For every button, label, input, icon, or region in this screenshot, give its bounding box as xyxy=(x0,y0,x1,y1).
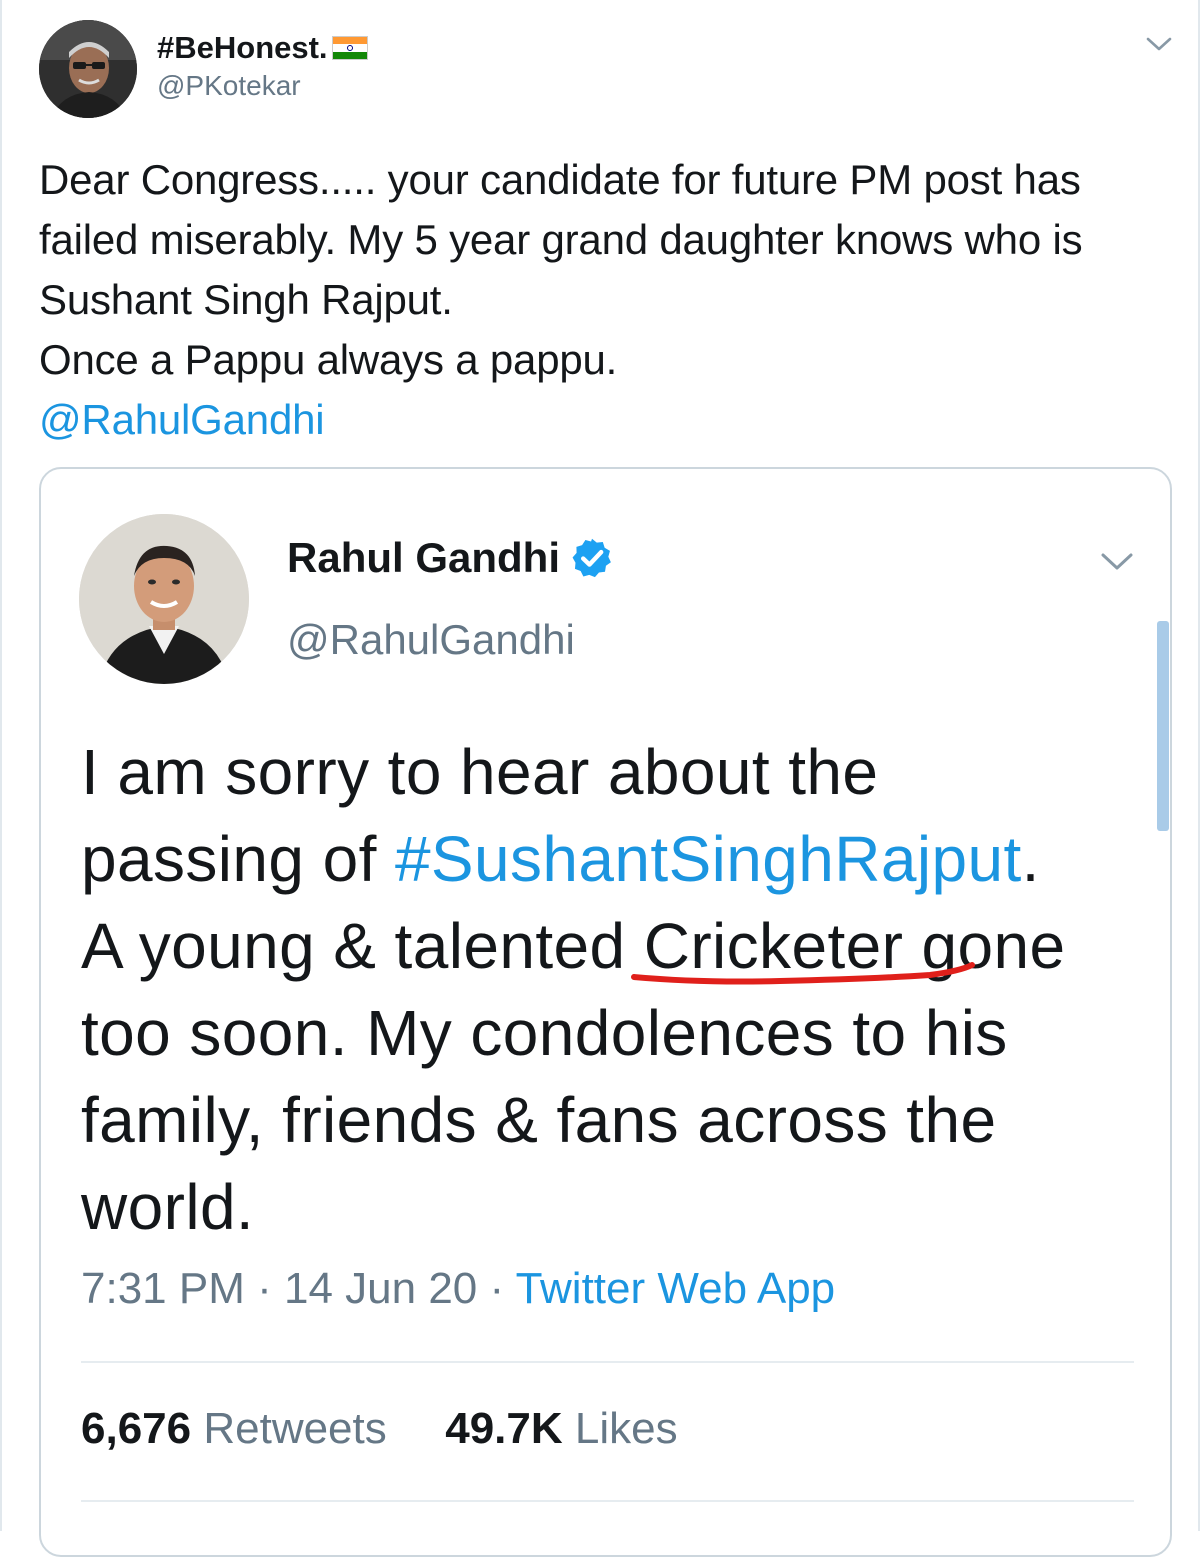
highlighted-phrase: Cricketer gone xyxy=(630,903,1066,990)
quoted-text-segment: passing of xyxy=(81,823,395,895)
tweet-text: Dear Congress..... your candidate for fu… xyxy=(39,150,1179,450)
tweet-text-line: Dear Congress..... your candidate for fu… xyxy=(39,156,1081,203)
hashtag-link[interactable]: #SushantSinghRajput xyxy=(395,823,1022,895)
meta-separator: · xyxy=(477,1264,516,1313)
meta-separator: · xyxy=(244,1264,284,1313)
quoted-tweet-text: I am sorry to hear about the passing of … xyxy=(81,729,1141,1251)
chevron-down-icon[interactable] xyxy=(1145,34,1173,54)
scrollbar-thumb[interactable] xyxy=(1157,621,1169,831)
quoted-text-line: family, friends & fans across the xyxy=(81,1084,997,1156)
likes-label: Likes xyxy=(574,1404,678,1453)
quoted-display-name[interactable]: Rahul Gandhi xyxy=(287,534,614,582)
quoted-text-line: world. xyxy=(81,1171,255,1243)
tweet-stats: 6,676 Retweets 49.7K Likes xyxy=(81,1404,678,1454)
quoted-text-line: A young & talented Cricketer gone xyxy=(81,903,1141,990)
quoted-text-segment: . xyxy=(1021,823,1040,895)
quoted-user-handle[interactable]: @RahulGandhi xyxy=(287,616,575,664)
quoted-text-line: passing of #SushantSinghRajput. xyxy=(81,816,1141,903)
chevron-down-icon[interactable] xyxy=(1099,549,1135,573)
quoted-display-name-text: Rahul Gandhi xyxy=(287,534,560,581)
quoted-tweet-card[interactable]: Rahul Gandhi @RahulGandhi I am sorry to … xyxy=(39,467,1172,1557)
tweet-text-line: failed miserably. My 5 year grand daught… xyxy=(39,216,1083,263)
likes-stat[interactable]: 49.7K Likes xyxy=(445,1404,677,1453)
tweet-time[interactable]: 7:31 PM xyxy=(81,1264,245,1313)
likes-count: 49.7K xyxy=(445,1404,563,1453)
retweets-label: Retweets xyxy=(203,1404,387,1453)
display-name-text: #BeHonest. xyxy=(157,30,328,65)
verified-badge-icon xyxy=(572,538,611,578)
tweet-timestamp: 7:31 PM · 14 Jun 20 · Twitter Web App xyxy=(81,1264,835,1314)
tweet-text-line: Once a Pappu always a pappu. xyxy=(39,336,618,383)
quoted-text-line: too soon. My condolences to his xyxy=(81,997,1008,1069)
retweets-count: 6,676 xyxy=(81,1404,192,1453)
quoted-text-segment: A young & talented xyxy=(81,910,644,982)
user-handle[interactable]: @PKotekar xyxy=(157,70,301,102)
india-flag-icon xyxy=(331,36,368,60)
avatar-rahulgandhi[interactable] xyxy=(79,514,249,684)
divider xyxy=(81,1361,1134,1363)
tweet-source-link[interactable]: Twitter Web App xyxy=(516,1264,836,1313)
tweet-date[interactable]: 14 Jun 20 xyxy=(284,1264,477,1313)
quoted-text-line: I am sorry to hear about the xyxy=(81,736,879,808)
retweets-stat[interactable]: 6,676 Retweets xyxy=(81,1404,387,1453)
divider xyxy=(81,1500,1134,1502)
highlighted-phrase-text: Cricketer gone xyxy=(643,910,1066,982)
mention-link[interactable]: @RahulGandhi xyxy=(39,390,1179,450)
display-name[interactable]: #BeHonest. xyxy=(157,30,368,66)
screenshot-frame: #BeHonest. @PKotekar Dear Congress..... … xyxy=(0,0,1200,1557)
avatar-pkotekar[interactable] xyxy=(39,20,137,118)
tweet-text-line: Sushant Singh Rajput. xyxy=(39,276,453,323)
